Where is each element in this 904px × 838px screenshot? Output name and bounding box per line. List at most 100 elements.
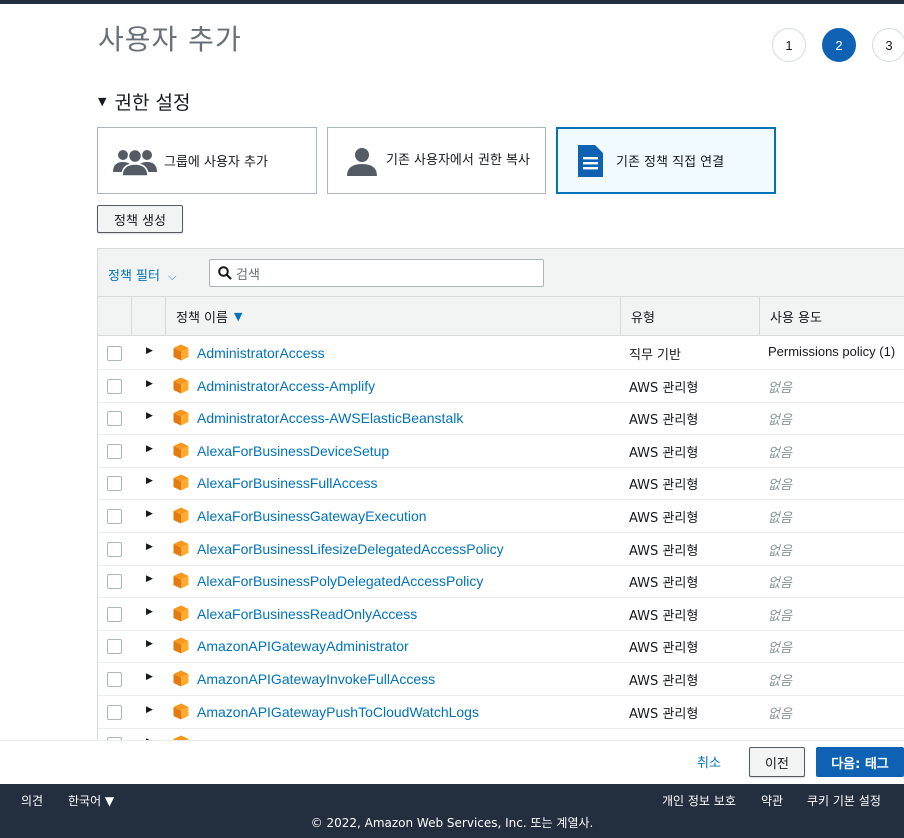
policy-cube-icon <box>173 474 189 491</box>
option-copy-permissions[interactable]: 기존 사용자에서 권한 복사 <box>327 127 546 194</box>
page-title: 사용자 추가 <box>98 23 242 56</box>
policy-name-link[interactable]: AlexaForBusinessLifesizeDelegatedAccessP… <box>197 541 504 557</box>
expand-row-icon[interactable]: ▶ <box>146 542 153 552</box>
search-input[interactable]: 검색 <box>209 259 544 287</box>
policy-name-link[interactable]: AmazonAPIGatewayPushToCloudWatchLogs <box>197 704 479 720</box>
row-checkbox[interactable] <box>107 541 122 557</box>
policy-usage: Permissions policy (1) <box>768 344 896 359</box>
policy-type: AWS 관리형 <box>629 706 699 722</box>
row-checkbox[interactable] <box>107 574 122 590</box>
expand-row-icon[interactable]: ▶ <box>146 672 153 682</box>
policy-cube-icon <box>173 540 189 557</box>
table-row: ▶ AmazonAPIGatewayInvokeFullAccess AWS 관리형… <box>98 663 904 696</box>
table-row: ▶ AdministratorAccess 직무 기반 Permissions pol… <box>98 337 904 370</box>
policy-name-link[interactable]: AlexaForBusinessFullAccess <box>197 475 378 491</box>
row-checkbox[interactable] <box>107 411 122 427</box>
previous-button[interactable]: 이전 <box>749 747 805 777</box>
expand-row-icon[interactable]: ▶ <box>146 574 153 584</box>
row-checkbox[interactable] <box>107 606 122 622</box>
option-attach-policies[interactable]: 기존 정책 직접 연결 <box>556 127 776 194</box>
expand-row-icon[interactable]: ▶ <box>146 444 153 454</box>
expand-row-icon[interactable]: ▶ <box>146 607 153 617</box>
policy-type: AWS 관리형 <box>629 641 699 657</box>
policy-filter-dropdown[interactable]: 정책 필터 ⌵ <box>108 265 176 284</box>
section-title: 권한 설정 <box>114 92 191 114</box>
table-row: ▶ AmazonAPIGatewayPushToCloudWatchLogs AWS… <box>98 696 904 729</box>
policy-cube-icon <box>173 409 189 426</box>
step-1[interactable]: 1 <box>772 28 806 62</box>
header-usage[interactable]: 사용 용도 <box>759 297 904 336</box>
copyright: © 2022, Amazon Web Services, Inc. 또는 계열사… <box>310 816 594 830</box>
header-usage-label: 사용 용도 <box>770 311 822 326</box>
expand-row-icon[interactable]: ▶ <box>146 476 153 486</box>
policy-usage: 없음 <box>768 640 792 656</box>
row-checkbox[interactable] <box>107 672 122 687</box>
table-row: ▶ AlexaForBusinessDeviceSetup AWS 관리형 없음 <box>98 435 904 468</box>
row-checkbox[interactable] <box>107 704 122 720</box>
footer: 의견 한국어 ▼ 개인 정보 보호 약관 쿠키 기본 설정 © 2022, Am… <box>0 784 904 838</box>
terms-link[interactable]: 약관 <box>761 792 783 809</box>
policy-type: AWS 관리형 <box>629 543 699 559</box>
expand-row-icon[interactable]: ▶ <box>146 411 153 421</box>
policy-name-link[interactable]: AlexaForBusinessPolyDelegatedAccessPolic… <box>197 573 483 589</box>
policy-name-link[interactable]: AlexaForBusinessDeviceSetup <box>197 443 389 459</box>
policy-name-link[interactable]: AdministratorAccess-AWSElasticBeanstalk <box>197 410 463 426</box>
header-policy-name[interactable]: 정책 이름 ▼ <box>165 297 620 336</box>
cancel-button[interactable]: 취소 <box>697 752 721 771</box>
table-row: ▶ AlexaForBusinessGatewayExecution AWS 관리형… <box>98 500 904 533</box>
policy-type: AWS 관리형 <box>629 511 699 526</box>
create-policy-button[interactable]: 정책 생성 <box>97 205 183 233</box>
row-checkbox[interactable] <box>107 346 122 361</box>
step-3[interactable]: 3 <box>872 28 904 62</box>
feedback-link[interactable]: 의견 <box>21 792 43 809</box>
policy-usage: 없음 <box>768 575 792 591</box>
header-name-label: 정책 이름 <box>176 311 228 326</box>
header-type[interactable]: 유형 <box>620 297 759 336</box>
privacy-link[interactable]: 개인 정보 보호 <box>662 792 736 809</box>
policy-name-link[interactable]: AlexaForBusinessGatewayExecution <box>197 508 427 524</box>
row-checkbox[interactable] <box>107 509 122 524</box>
sort-desc-icon: ▼ <box>233 310 243 323</box>
search-placeholder: 검색 <box>236 267 260 283</box>
header-expand-cell <box>131 297 165 336</box>
document-icon <box>572 144 608 178</box>
policy-name-link[interactable]: AdministratorAccess-Amplify <box>197 378 375 394</box>
step-2[interactable]: 2 <box>822 28 856 62</box>
expand-row-icon[interactable]: ▶ <box>146 346 153 356</box>
policy-name-link[interactable]: AlexaForBusinessReadOnlyAccess <box>197 606 417 622</box>
language-selector[interactable]: 한국어 ▼ <box>68 792 114 809</box>
expand-row-icon[interactable]: ▶ <box>146 639 153 649</box>
row-checkbox[interactable] <box>107 443 122 459</box>
policy-cube-icon <box>173 637 189 654</box>
policy-name-link[interactable]: AdministratorAccess <box>197 345 325 361</box>
next-tags-button[interactable]: 다음: 태그 <box>816 747 904 777</box>
expand-row-icon[interactable]: ▶ <box>146 379 153 389</box>
policy-name-link[interactable]: AmazonAPIGatewayInvokeFullAccess <box>197 671 435 687</box>
row-checkbox[interactable] <box>107 639 122 655</box>
search-icon <box>218 266 232 280</box>
user-icon <box>342 146 382 176</box>
table-row: ▶ AlexaForBusinessPolyDelegatedAccessPoli… <box>98 565 904 599</box>
option-add-to-group[interactable]: 그룹에 사용자 추가 <box>97 127 317 194</box>
policy-type: AWS 관리형 <box>629 576 699 592</box>
policy-name-link[interactable]: AmazonAPIGatewayAdministrator <box>197 638 409 654</box>
policy-usage: 없음 <box>768 477 792 493</box>
policy-cube-icon <box>173 703 189 720</box>
cookie-settings-link[interactable]: 쿠키 기본 설정 <box>807 792 881 809</box>
expand-row-icon[interactable]: ▶ <box>146 705 153 715</box>
policy-type: AWS 관리형 <box>629 380 699 396</box>
policy-usage: 없음 <box>768 412 792 428</box>
option-label: 그룹에 사용자 추가 <box>164 155 268 170</box>
policy-cube-icon <box>173 377 189 394</box>
expand-row-icon[interactable]: ▶ <box>146 509 153 519</box>
policy-type: AWS 관리형 <box>629 478 699 494</box>
option-label: 기존 사용자에서 권한 복사 <box>386 153 530 168</box>
chevron-down-icon: ⌵ <box>168 270 177 283</box>
table-row: ▶ AlexaForBusinessReadOnlyAccess AWS 관리형 없음 <box>98 598 904 631</box>
row-checkbox[interactable] <box>107 378 122 394</box>
policy-cube-icon <box>173 344 189 361</box>
section-permissions[interactable]: ▼ 권한 설정 <box>98 88 190 115</box>
policy-cube-icon <box>173 670 189 687</box>
policy-table: 정책 필터 ⌵ 검색 정책 이름 ▼ 유형 사용 용도 ▶ Administrat… <box>97 248 904 742</box>
row-checkbox[interactable] <box>107 476 122 492</box>
